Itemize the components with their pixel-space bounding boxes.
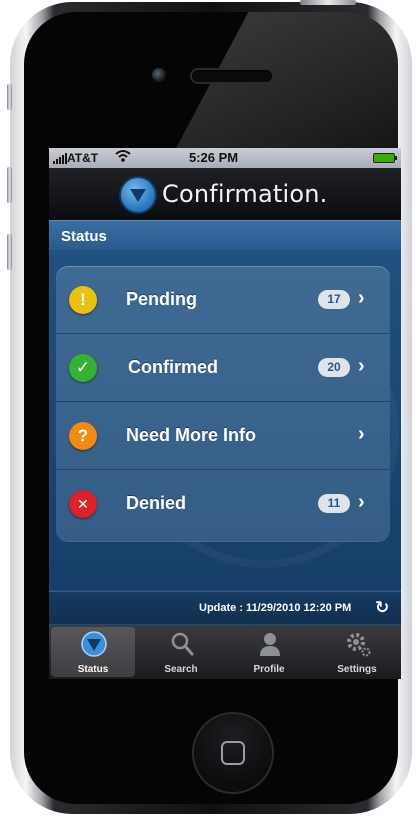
app-header: Confirmation. [49, 168, 401, 220]
battery-icon [373, 153, 397, 163]
count-badge: 17 [318, 290, 350, 309]
status-row-need-more-info[interactable]: ? Need More Info › [56, 402, 390, 470]
tab-label: Status [77, 664, 109, 675]
tab-label: Search [164, 664, 198, 675]
volume-up-button [7, 167, 12, 203]
count-badge: 20 [318, 358, 350, 377]
tab-profile[interactable]: Profile [227, 627, 311, 677]
ringer-switch [7, 84, 12, 110]
exclamation-icon: ! [69, 286, 97, 314]
update-bar: Update : 11/29/2010 12:20 PM ↻ [49, 591, 401, 624]
tab-search[interactable]: Search [139, 627, 223, 677]
earpiece-speaker [192, 70, 272, 82]
wifi-icon [115, 149, 131, 166]
front-camera [152, 68, 166, 82]
tab-label: Settings [337, 664, 377, 675]
tab-label: Profile [253, 664, 285, 675]
status-icon [81, 631, 107, 657]
status-row-label: Denied [126, 493, 187, 513]
status-bar-time: 5:26 PM [189, 150, 239, 165]
tab-bar: Status Search Profile Settings [49, 625, 401, 679]
app-title: Confirmation. [162, 180, 328, 208]
status-row-label: Need More Info [126, 425, 257, 445]
search-icon [171, 632, 194, 656]
chevron-right-icon: › [358, 491, 365, 513]
check-icon: ✓ [69, 354, 97, 382]
power-button [300, 0, 356, 5]
chevron-right-icon: › [358, 423, 365, 445]
ios-status-bar: AT&T 5:26 PM [49, 148, 401, 168]
tab-status[interactable]: Status [51, 627, 135, 677]
refresh-icon[interactable]: ↻ [375, 598, 389, 618]
status-row-confirmed[interactable]: ✓ Confirmed 20 › [56, 334, 390, 402]
last-update-timestamp: Update : 11/29/2010 12:20 PM [199, 602, 352, 614]
volume-down-button [7, 234, 12, 270]
count-badge: 11 [318, 494, 350, 513]
tab-settings[interactable]: Settings [315, 627, 399, 677]
home-square-icon [221, 741, 245, 765]
gear-icon [347, 633, 371, 657]
status-row-pending[interactable]: ! Pending 17 › [56, 266, 390, 334]
chevron-right-icon: › [358, 287, 365, 309]
x-icon: ✕ [69, 490, 97, 518]
status-list: ! Pending 17 › ✓ Confirmed 20 › ? Need M… [56, 266, 390, 541]
section-header: Status [49, 220, 401, 250]
question-icon: ? [69, 422, 97, 450]
profile-icon [260, 633, 280, 656]
status-row-label: Confirmed [128, 357, 218, 377]
status-row-denied[interactable]: ✕ Denied 11 › [56, 470, 390, 538]
status-row-label: Pending [126, 289, 197, 309]
home-button[interactable] [194, 714, 272, 792]
signal-strength-icon [53, 153, 67, 164]
app-screen: AT&T 5:26 PM Confirmation. Status ! Pend… [49, 148, 401, 679]
carrier-name: AT&T [67, 151, 99, 165]
app-logo-icon [121, 178, 155, 212]
chevron-right-icon: › [358, 355, 365, 377]
